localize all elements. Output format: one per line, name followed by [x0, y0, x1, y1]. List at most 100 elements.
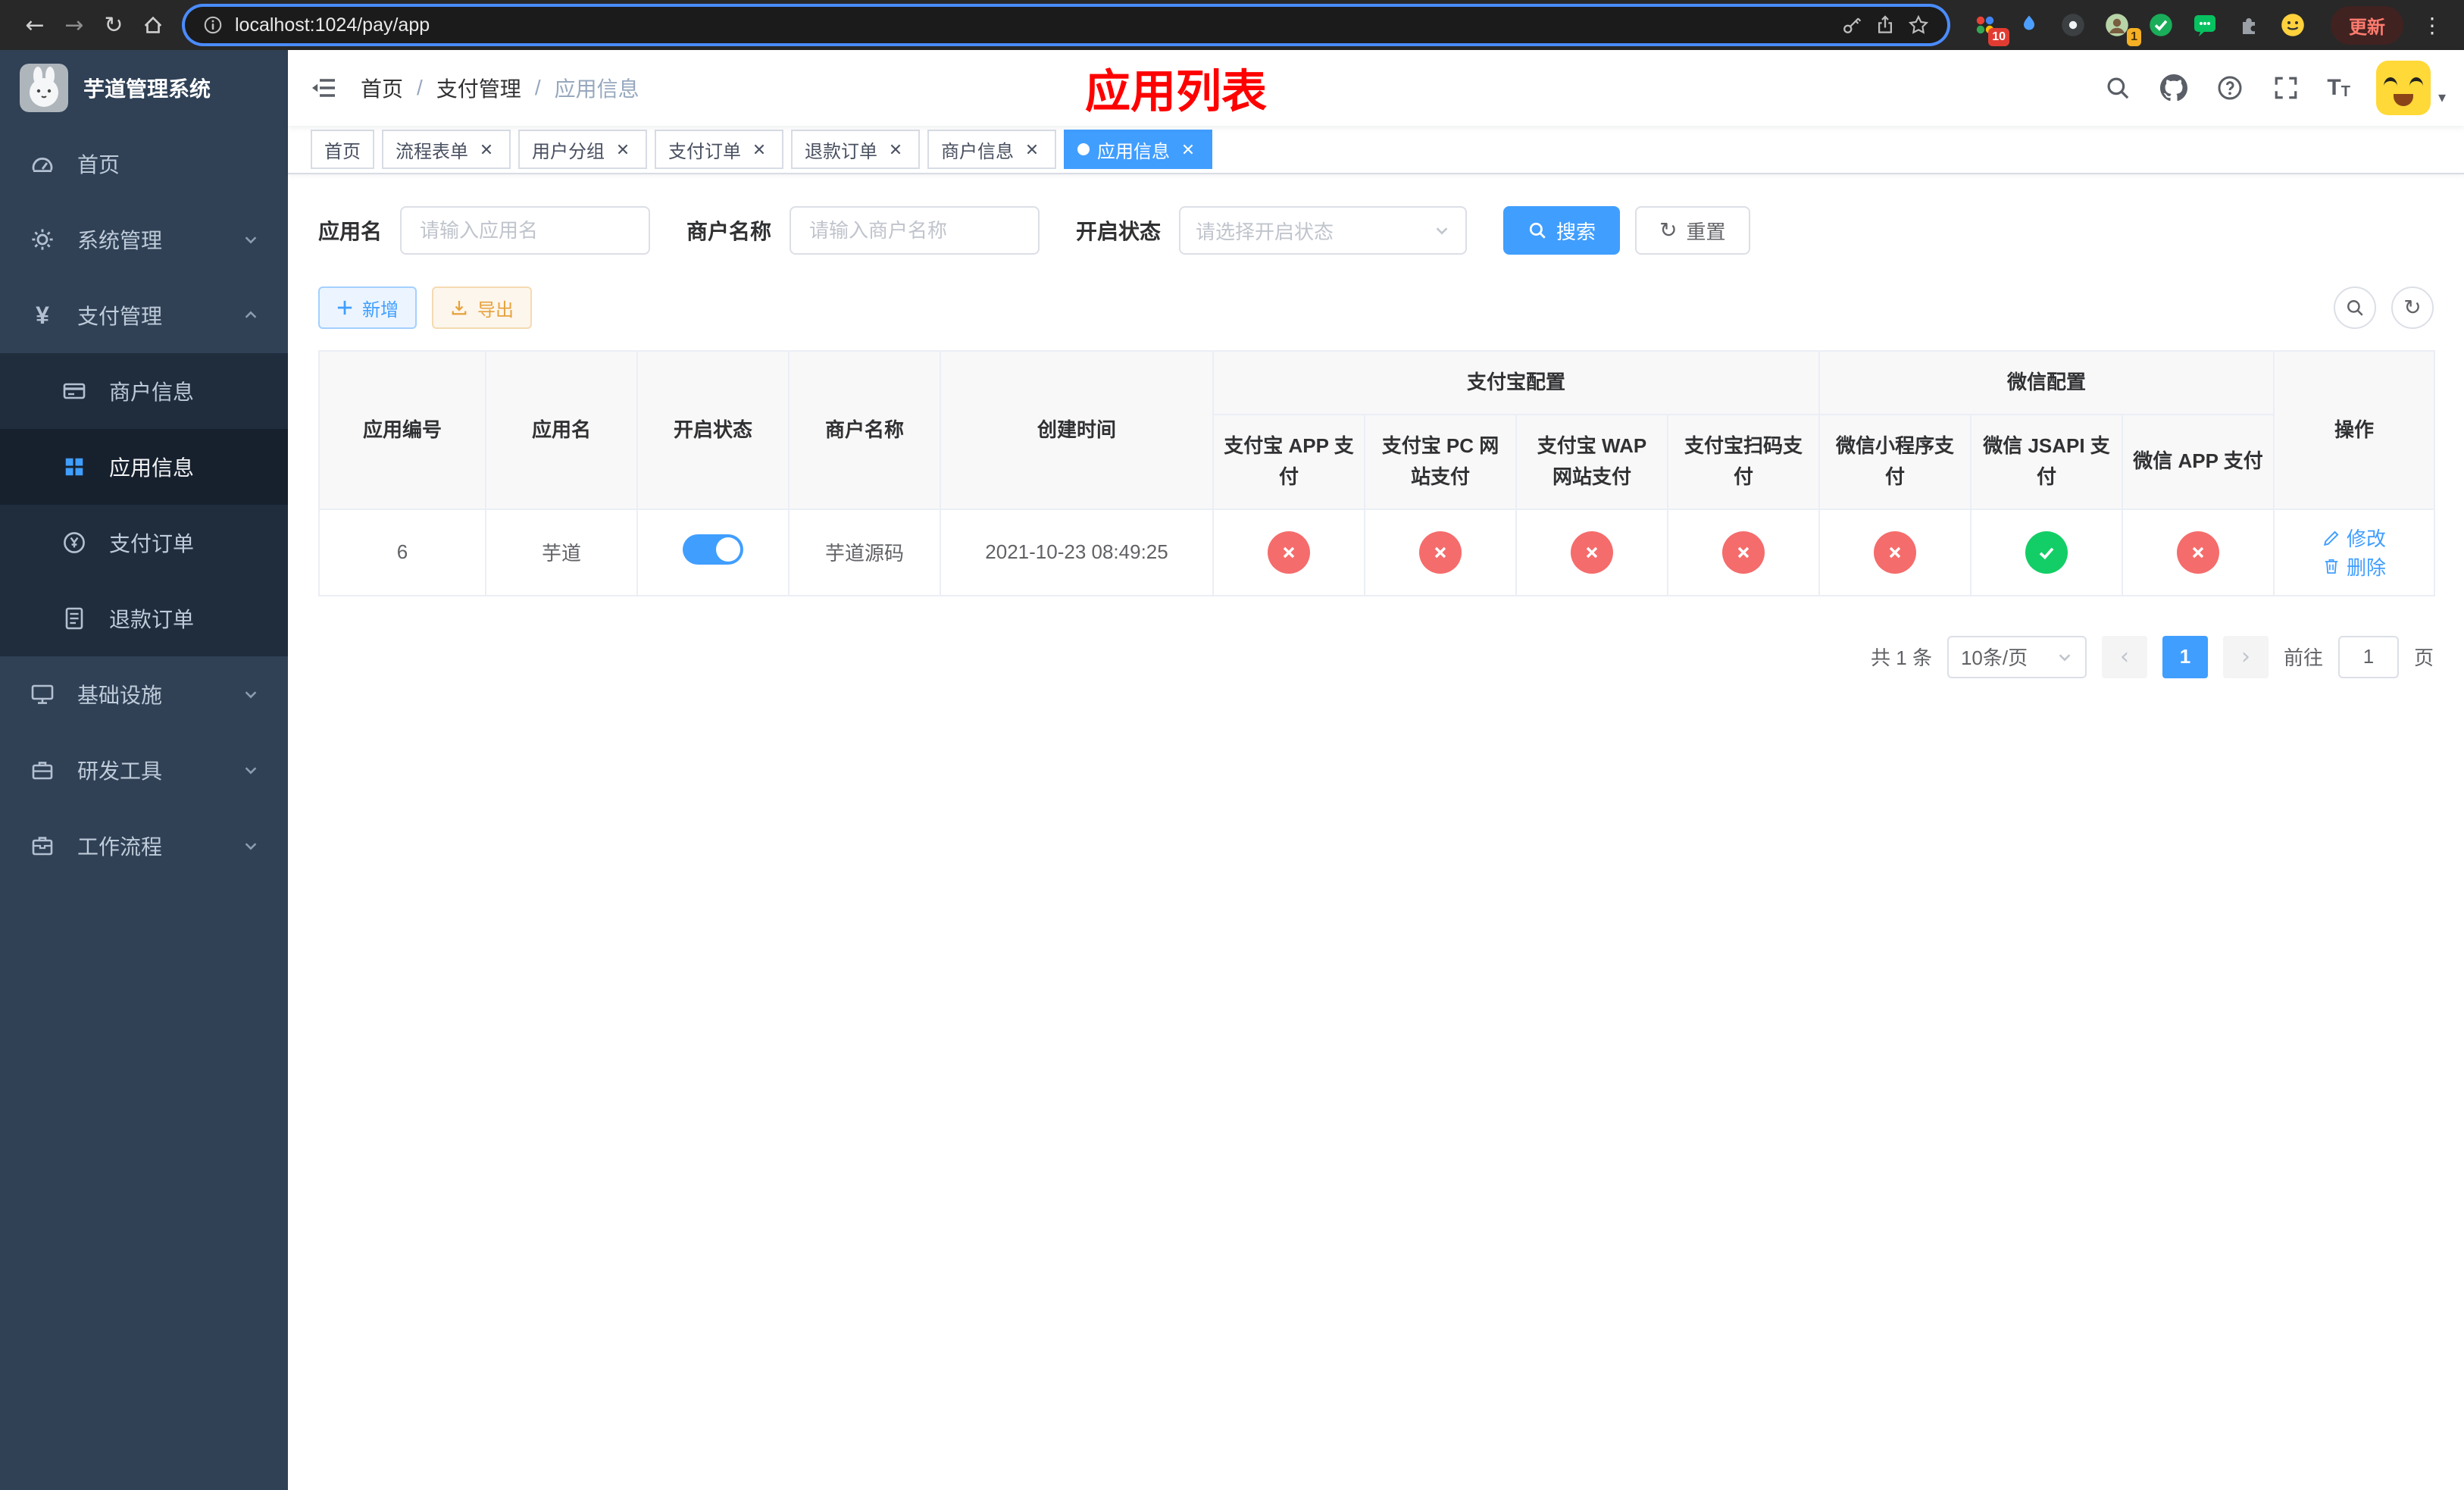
browser-menu-button[interactable]: ⋮	[2416, 13, 2449, 38]
tab-close-icon[interactable]	[749, 139, 770, 160]
delete-link-label: 删除	[2347, 556, 2387, 579]
col-wechat-jsapi: 微信 JSAPI 支付	[1970, 413, 2124, 510]
tab-close-icon[interactable]	[1021, 139, 1043, 160]
share-icon[interactable]	[1875, 14, 1896, 36]
filter-reset: ↻ 重置	[1635, 206, 1750, 255]
search-button[interactable]: 搜索	[1503, 206, 1621, 255]
current-page-button[interactable]: 1	[2162, 635, 2208, 678]
sidebar-item-infrastructure[interactable]: 基础设施	[0, 656, 288, 732]
fullscreen-icon[interactable]	[2271, 73, 2301, 103]
sidebar-item-workflow[interactable]: 工作流程	[0, 808, 288, 884]
sidebar-item-dev-tools[interactable]: 研发工具	[0, 732, 288, 808]
tab-label: 应用信息	[1097, 141, 1170, 162]
delete-link[interactable]: 删除	[2322, 552, 2386, 581]
sidebar-item-label: 工作流程	[77, 835, 163, 859]
extension-dark-circle-icon[interactable]	[2059, 11, 2087, 39]
col-alipay-app: 支付宝 APP 支付	[1212, 413, 1365, 510]
sidebar-item-payment[interactable]: ¥ 支付管理	[0, 277, 288, 353]
col-alipay-wap: 支付宝 WAP 网站支付	[1515, 413, 1668, 510]
filter-merchant-name: 商户名称	[686, 206, 1040, 255]
password-key-icon[interactable]	[1841, 14, 1862, 36]
browser-back-button[interactable]: ←	[15, 5, 55, 45]
sidebar-item-refund-order[interactable]: 退款订单	[0, 581, 288, 656]
sidebar-item-system[interactable]: 系统管理	[0, 202, 288, 277]
browser-toolbar: ← → ↻ localhost:1024/pay/app 10 1 更新 ⋮	[0, 0, 2464, 50]
status-select[interactable]: 请选择开启状态	[1179, 206, 1468, 255]
table-toolbar: 新增 导出 ↻	[318, 286, 2434, 329]
tab-close-icon[interactable]	[885, 139, 906, 160]
add-button[interactable]: 新增	[318, 286, 417, 329]
sidebar-item-home[interactable]: 首页	[0, 126, 288, 202]
gear-icon	[29, 227, 56, 252]
col-wechat-mini: 微信小程序支付	[1818, 413, 1972, 510]
prev-page-button[interactable]: ‹	[2101, 635, 2147, 678]
extension-emoji-icon[interactable]	[2279, 11, 2306, 39]
cell-alipay-qr	[1666, 508, 1821, 596]
sidebar-logo[interactable]: 芋道管理系统	[0, 50, 288, 126]
search-icon[interactable]	[2103, 73, 2133, 103]
breadcrumb-separator: /	[534, 76, 541, 99]
merchant-name-input[interactable]	[790, 206, 1040, 255]
status-label: 开启状态	[1076, 220, 1162, 243]
extension-chat-icon[interactable]	[2191, 11, 2219, 39]
breadcrumb-payment[interactable]: 支付管理	[436, 73, 521, 103]
next-page-button[interactable]: ›	[2222, 635, 2269, 678]
cell-wechat-app	[2122, 508, 2275, 596]
tab-app-info[interactable]: 应用信息	[1064, 130, 1212, 169]
trash-icon	[2325, 559, 2338, 574]
tab-close-icon[interactable]	[476, 139, 497, 160]
col-merchant-name: 商户名称	[788, 349, 941, 510]
font-size-icon[interactable]: TT	[2327, 77, 2350, 100]
export-button[interactable]: 导出	[432, 286, 532, 329]
browser-reload-button[interactable]: ↻	[94, 5, 133, 45]
avatar-mouth	[2393, 94, 2413, 106]
main-area: 首页 / 支付管理 / 应用信息 应用列表 T T ▾ 首页 流程表单 用户分组…	[288, 50, 2464, 1490]
browser-update-button[interactable]: 更新	[2331, 5, 2403, 45]
reset-button-label: 重置	[1686, 220, 1726, 243]
reset-button[interactable]: ↻ 重置	[1635, 206, 1750, 255]
tab-close-icon[interactable]	[612, 139, 633, 160]
tab-label: 流程表单	[396, 141, 468, 162]
bookmark-star-icon[interactable]	[1908, 14, 1929, 36]
browser-forward-button[interactable]: →	[55, 5, 94, 45]
goto-page-input[interactable]	[2337, 635, 2399, 678]
github-icon[interactable]	[2159, 73, 2189, 103]
tab-refund-order[interactable]: 退款订单	[791, 130, 920, 169]
user-avatar[interactable]	[2375, 61, 2431, 115]
tab-home[interactable]: 首页	[311, 130, 374, 169]
tab-user-group[interactable]: 用户分组	[518, 130, 647, 169]
app-name-input[interactable]	[400, 206, 651, 255]
page-content: 应用名 商户名称 开启状态 请选择开启状态	[288, 174, 2464, 1490]
toggle-search-button[interactable]	[2334, 286, 2376, 329]
sidebar-toggle-button[interactable]	[288, 50, 361, 126]
extension-avatar-icon[interactable]: 1	[2103, 11, 2141, 46]
toolbar-right: ↻	[2334, 286, 2434, 329]
address-bar[interactable]: localhost:1024/pay/app	[185, 7, 1947, 43]
extension-puzzle-icon[interactable]	[2235, 11, 2262, 39]
col-wechat-app: 微信 APP 支付	[2122, 413, 2275, 510]
sidebar-item-merchant-info[interactable]: 商户信息	[0, 353, 288, 429]
status-check-icon	[2025, 531, 2068, 574]
page-size-select[interactable]: 10条/页	[1946, 635, 2087, 678]
sidebar-item-app-info[interactable]: 应用信息	[0, 429, 288, 505]
col-group-alipay: 支付宝配置	[1212, 350, 1821, 415]
sidebar-item-pay-order[interactable]: 支付订单	[0, 505, 288, 581]
status-toggle[interactable]	[683, 534, 743, 565]
edit-link[interactable]: 修改	[2322, 524, 2386, 552]
tab-pay-order[interactable]: 支付订单	[655, 130, 783, 169]
breadcrumb-home[interactable]: 首页	[361, 73, 403, 103]
logo-avatar-image	[20, 64, 68, 112]
refresh-table-button[interactable]: ↻	[2391, 286, 2434, 329]
extension-drop-icon[interactable]	[2015, 11, 2043, 39]
breadcrumb: 首页 / 支付管理 / 应用信息	[361, 73, 639, 103]
extension-grid-icon[interactable]: 10	[1972, 11, 2009, 46]
help-icon[interactable]	[2215, 73, 2245, 103]
caret-down-icon[interactable]: ▾	[2438, 88, 2446, 106]
extension-check-icon[interactable]	[2147, 11, 2175, 39]
site-info-icon[interactable]	[203, 15, 223, 35]
tab-close-icon[interactable]	[1177, 139, 1199, 160]
browser-home-button[interactable]	[133, 5, 173, 45]
bank-card-icon	[61, 379, 88, 403]
tab-merchant-info[interactable]: 商户信息	[927, 130, 1056, 169]
tab-flow-form[interactable]: 流程表单	[382, 130, 511, 169]
